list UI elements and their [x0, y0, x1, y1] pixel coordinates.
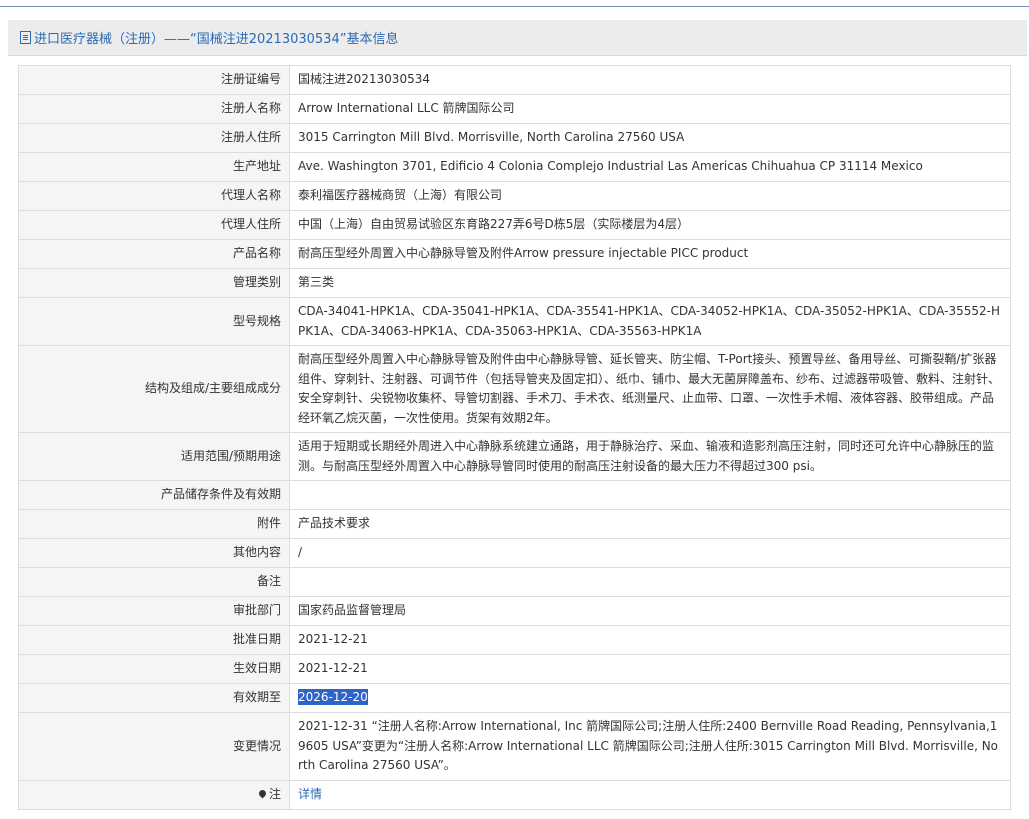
row-label: 生效日期: [18, 654, 290, 684]
table-row: 管理类别 第三类: [18, 268, 1011, 298]
row-value: [289, 567, 1011, 597]
row-value: /: [289, 538, 1011, 568]
table-row: 注册证编号 国械注进20213030534: [18, 65, 1011, 95]
row-value: 适用于短期或长期经外周进入中心静脉系统建立通路，用于静脉治疗、采血、输液和造影剂…: [289, 432, 1011, 481]
row-label: 注册人名称: [18, 94, 290, 124]
row-value: 国家药品监督管理局: [289, 596, 1011, 626]
row-label: 适用范围/预期用途: [18, 432, 290, 481]
row-value: 第三类: [289, 268, 1011, 298]
table-row: 结构及组成/主要组成成分 耐高压型经外周置入中心静脉导管及附件由中心静脉导管、延…: [18, 345, 1011, 433]
row-label: 产品储存条件及有效期: [18, 480, 290, 510]
row-label: 代理人名称: [18, 181, 290, 211]
table-row: 审批部门 国家药品监督管理局: [18, 596, 1011, 626]
row-label: 结构及组成/主要组成成分: [18, 345, 290, 433]
row-value: 详情: [289, 779, 1011, 810]
row-value: 中国（上海）自由贸易试验区东育路227弄6号D栋5层（实际楼层为4层）: [289, 210, 1011, 240]
row-value: [289, 480, 1011, 510]
row-value: CDA-34041-HPK1A、CDA-35041-HPK1A、CDA-3554…: [289, 297, 1011, 346]
details-link[interactable]: 详情: [298, 787, 322, 801]
page-title: 进口医疗器械（注册）——“国械注进20213030534”基本信息: [34, 32, 399, 47]
table-row: 注 详情: [18, 779, 1011, 810]
top-divider: [0, 0, 1029, 7]
row-label: 注册证编号: [18, 65, 290, 95]
table-row: 生产地址 Ave. Washington 3701, Edificio 4 Co…: [18, 152, 1011, 182]
row-value: Arrow International LLC 箭牌国际公司: [289, 94, 1011, 124]
table-row: 有效期至 2026-12-20: [18, 683, 1011, 713]
table-row: 适用范围/预期用途 适用于短期或长期经外周进入中心静脉系统建立通路，用于静脉治疗…: [18, 432, 1011, 481]
row-label: 备注: [18, 567, 290, 597]
table-row: 备注: [18, 567, 1011, 597]
info-table: 注册证编号 国械注进20213030534 注册人名称 Arrow Intern…: [18, 65, 1011, 810]
row-label: 注册人住所: [18, 123, 290, 153]
table-row: 生效日期 2021-12-21: [18, 654, 1011, 684]
row-label: 产品名称: [18, 239, 290, 269]
pin-icon: [257, 788, 268, 799]
row-label: 代理人住所: [18, 210, 290, 240]
table-row: 代理人名称 泰利福医疗器械商贸（上海）有限公司: [18, 181, 1011, 211]
row-label: 附件: [18, 509, 290, 539]
row-value: Ave. Washington 3701, Edificio 4 Colonia…: [289, 152, 1011, 182]
row-label: 批准日期: [18, 625, 290, 655]
page-header: 进口医疗器械（注册）——“国械注进20213030534”基本信息: [8, 20, 1027, 56]
document-icon: [20, 31, 31, 44]
row-label: 型号规格: [18, 297, 290, 346]
table-row: 产品储存条件及有效期: [18, 480, 1011, 510]
row-value: 2021-12-31 “注册人名称:Arrow International, I…: [289, 712, 1011, 781]
row-label: 审批部门: [18, 596, 290, 626]
table-row: 代理人住所 中国（上海）自由贸易试验区东育路227弄6号D栋5层（实际楼层为4层…: [18, 210, 1011, 240]
table-row: 其他内容 /: [18, 538, 1011, 568]
row-value: 国械注进20213030534: [289, 65, 1011, 95]
row-label: 变更情况: [18, 712, 290, 781]
row-value: 耐高压型经外周置入中心静脉导管及附件由中心静脉导管、延长管夹、防尘帽、T-Por…: [289, 345, 1011, 433]
row-label: 其他内容: [18, 538, 290, 568]
row-value: 泰利福医疗器械商贸（上海）有限公司: [289, 181, 1011, 211]
row-value: 2021-12-21: [289, 625, 1011, 655]
table-row: 批准日期 2021-12-21: [18, 625, 1011, 655]
row-label: 有效期至: [18, 683, 290, 713]
table-row: 注册人住所 3015 Carrington Mill Blvd. Morrisv…: [18, 123, 1011, 153]
table-row: 型号规格 CDA-34041-HPK1A、CDA-35041-HPK1A、CDA…: [18, 297, 1011, 346]
selected-expiry-date[interactable]: 2026-12-20: [298, 689, 368, 706]
row-value: 产品技术要求: [289, 509, 1011, 539]
table-row: 变更情况 2021-12-31 “注册人名称:Arrow Internation…: [18, 712, 1011, 781]
row-value[interactable]: 2026-12-20: [289, 683, 1011, 713]
row-label: 注: [18, 779, 290, 810]
table-row: 附件 产品技术要求: [18, 509, 1011, 539]
row-value: 3015 Carrington Mill Blvd. Morrisville, …: [289, 123, 1011, 153]
note-label: 注: [268, 786, 281, 801]
row-value: 2021-12-21: [289, 654, 1011, 684]
table-row: 产品名称 耐高压型经外周置入中心静脉导管及附件Arrow pressure in…: [18, 239, 1011, 269]
row-label: 生产地址: [18, 152, 290, 182]
row-label: 管理类别: [18, 268, 290, 298]
row-value: 耐高压型经外周置入中心静脉导管及附件Arrow pressure injecta…: [289, 239, 1011, 269]
table-row: 注册人名称 Arrow International LLC 箭牌国际公司: [18, 94, 1011, 124]
